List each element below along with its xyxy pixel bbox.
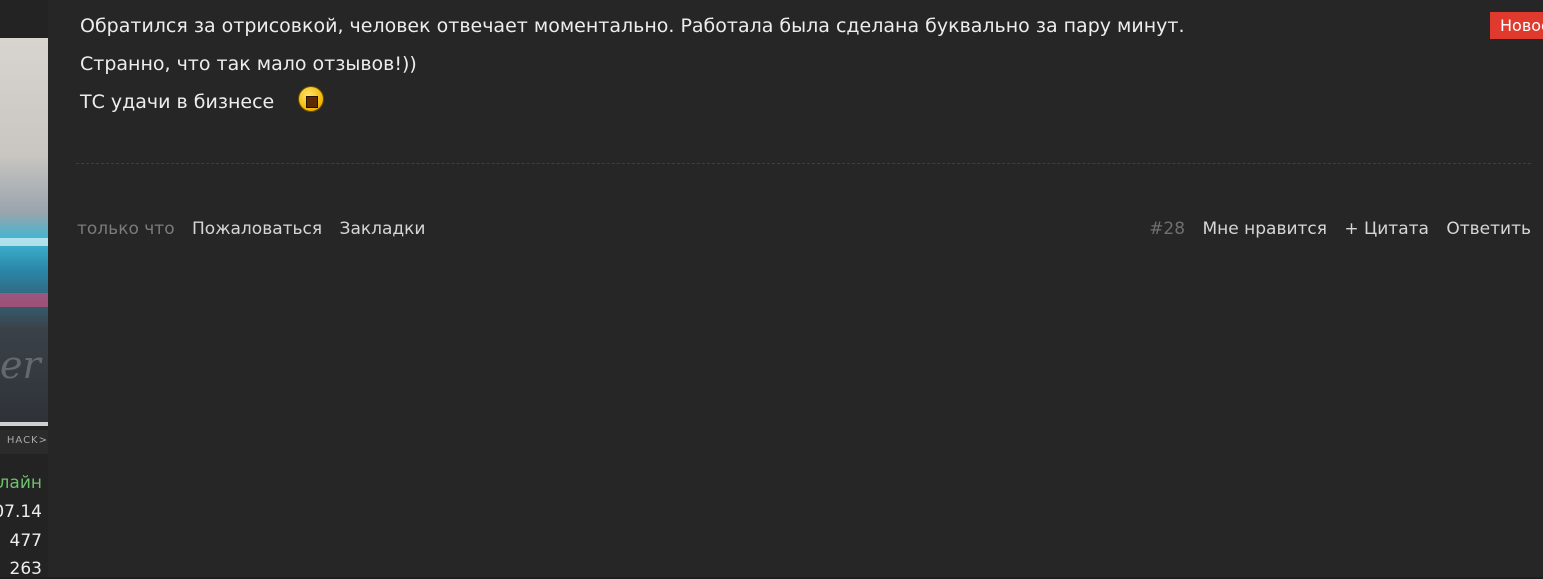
user-sidebar: er HACK> лайн 07.14 477 263 [0, 0, 50, 579]
new-badge: Новое [1490, 12, 1543, 39]
user-stat-likes: 263 [9, 559, 42, 579]
quote-button[interactable]: + Цитата [1344, 219, 1429, 239]
message-text: ТС удачи в бизнесе [80, 91, 275, 113]
reply-button[interactable]: Ответить [1446, 219, 1531, 239]
report-link[interactable]: Пожаловаться [192, 219, 322, 239]
post: Обратился за отрисовкой, человек отвечае… [48, 0, 1543, 577]
divider [76, 163, 1531, 164]
like-button[interactable]: Мне нравится [1202, 219, 1327, 239]
post-footer-left: только что Пожаловаться Закладки [77, 219, 426, 239]
post-footer-right: #28 Мне нравится + Цитата Ответить [1149, 219, 1531, 239]
user-stat-messages: 477 [9, 531, 42, 551]
avatar-bar [0, 422, 48, 426]
avatar-stripe-accent [0, 293, 48, 307]
online-status: лайн [0, 473, 42, 493]
avatar-signature: er [0, 343, 41, 387]
message-line-with-smiley: ТС удачи в бизнесе [80, 83, 1185, 121]
money-mouth-smiley-icon [298, 86, 325, 112]
post-number-link[interactable]: #28 [1149, 219, 1185, 239]
user-stat-joined: 07.14 [0, 502, 42, 522]
avatar-caption: HACK> [0, 430, 48, 454]
post-time[interactable]: только что [77, 219, 175, 239]
message-line: Странно, что так мало отзывов!)) [80, 53, 417, 75]
avatar-stripe [0, 238, 48, 246]
message-line: Обратился за отрисовкой, человек отвечае… [80, 15, 1185, 37]
bookmarks-link[interactable]: Закладки [340, 219, 426, 239]
post-message: Обратился за отрисовкой, человек отвечае… [80, 7, 1185, 121]
avatar[interactable]: er [0, 38, 48, 426]
